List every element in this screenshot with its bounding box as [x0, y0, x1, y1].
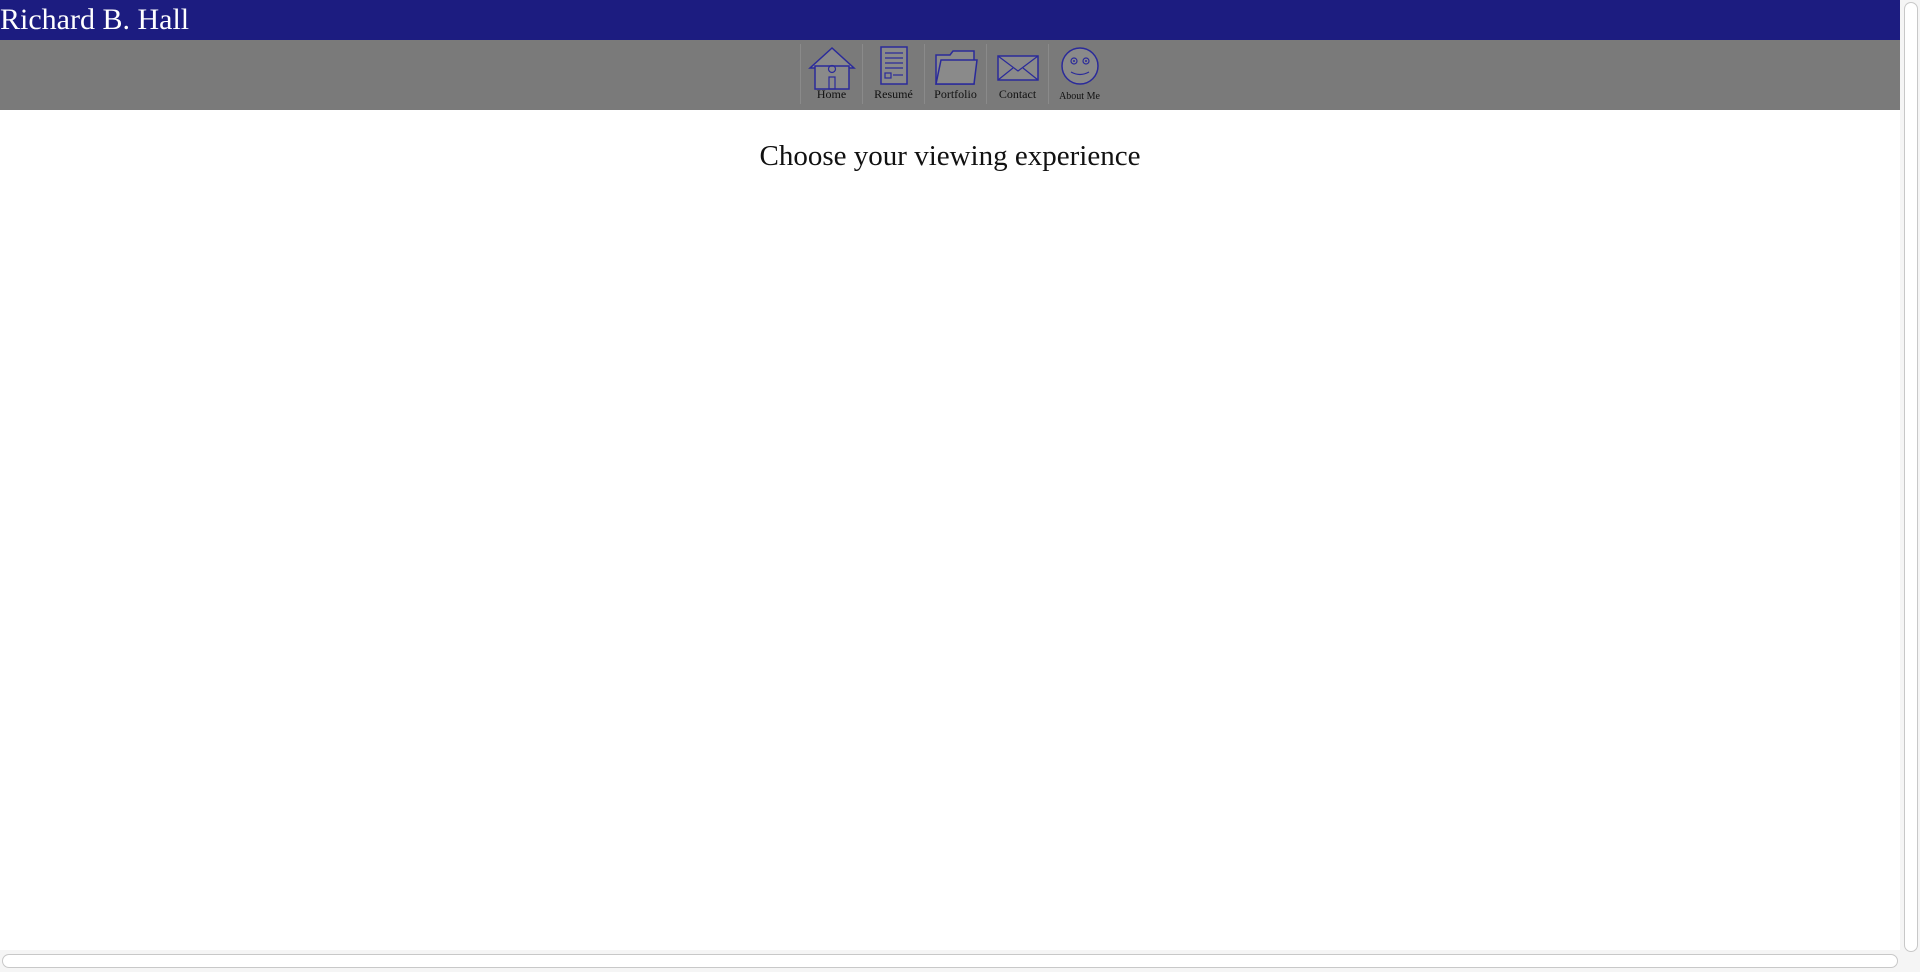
- page: Richard B. Hall Home Resumé Portfolio Co…: [0, 0, 1920, 972]
- nav-label-resume: Resumé: [874, 87, 913, 101]
- home-icon: [807, 46, 856, 90]
- nav-label-contact: Contact: [998, 87, 1037, 101]
- nav-label-home: Home: [816, 87, 847, 101]
- horizontal-scrollbar[interactable]: [0, 950, 1900, 972]
- page-heading: Choose your viewing experience: [759, 140, 1141, 172]
- nav-items: Home Resumé Portfolio Contact About Me: [800, 44, 1110, 104]
- nav-item-resume[interactable]: Resumé: [862, 44, 924, 104]
- nav-item-portfolio[interactable]: Portfolio: [924, 44, 986, 104]
- vertical-scrollbar[interactable]: [1900, 0, 1920, 972]
- nav-label-about-me: About Me: [1059, 91, 1100, 102]
- horizontal-scrollbar-thumb[interactable]: [2, 954, 1898, 968]
- nav-bar: Home Resumé Portfolio Contact About Me: [0, 40, 1900, 110]
- document-icon: [879, 46, 908, 85]
- envelope-icon: [996, 55, 1039, 81]
- nav-item-about-me[interactable]: About Me: [1048, 44, 1110, 104]
- site-title: Richard B. Hall: [0, 3, 190, 36]
- vertical-scrollbar-thumb[interactable]: [1904, 2, 1918, 952]
- nav-item-contact[interactable]: Contact: [986, 44, 1048, 104]
- smiley-face-icon: [1060, 47, 1099, 85]
- folder-icon: [934, 50, 978, 85]
- site-header: Richard B. Hall: [0, 0, 1900, 40]
- nav-item-home[interactable]: Home: [800, 44, 862, 104]
- nav-label-portfolio: Portfolio: [934, 87, 977, 101]
